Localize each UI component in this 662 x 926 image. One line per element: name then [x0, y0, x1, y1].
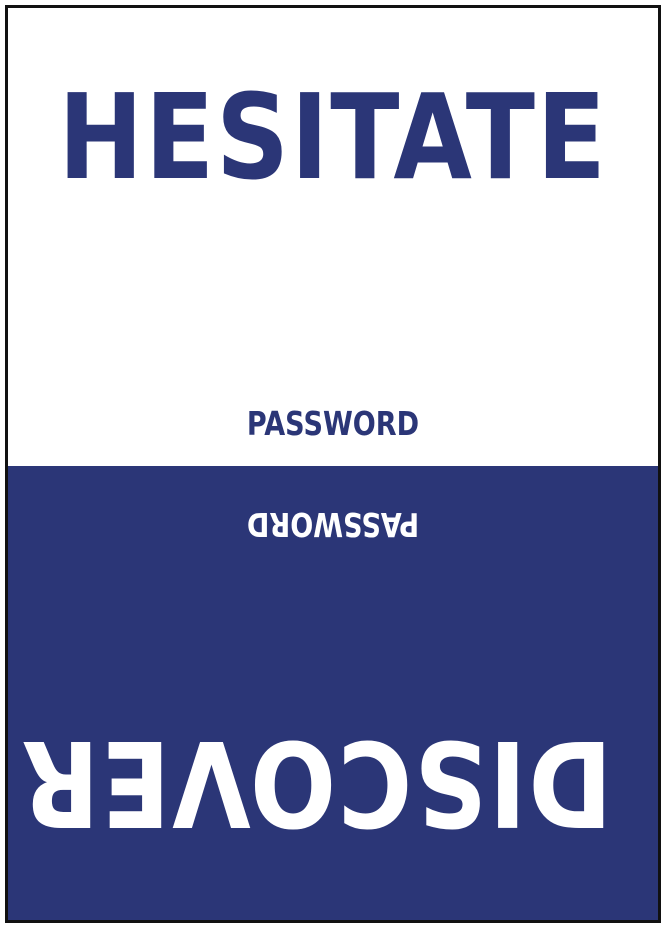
card-bottom-half: PASSWORD DISCOVER — [8, 466, 658, 920]
bottom-password-label: PASSWORD — [246, 505, 420, 544]
password-card: HESITATE PASSWORD PASSWORD DISCOVER — [5, 5, 661, 923]
top-password-label: PASSWORD — [246, 404, 420, 443]
top-word: HESITATE — [58, 68, 608, 206]
card-top-half: HESITATE PASSWORD — [8, 8, 658, 466]
bottom-word: DISCOVER — [19, 714, 613, 852]
